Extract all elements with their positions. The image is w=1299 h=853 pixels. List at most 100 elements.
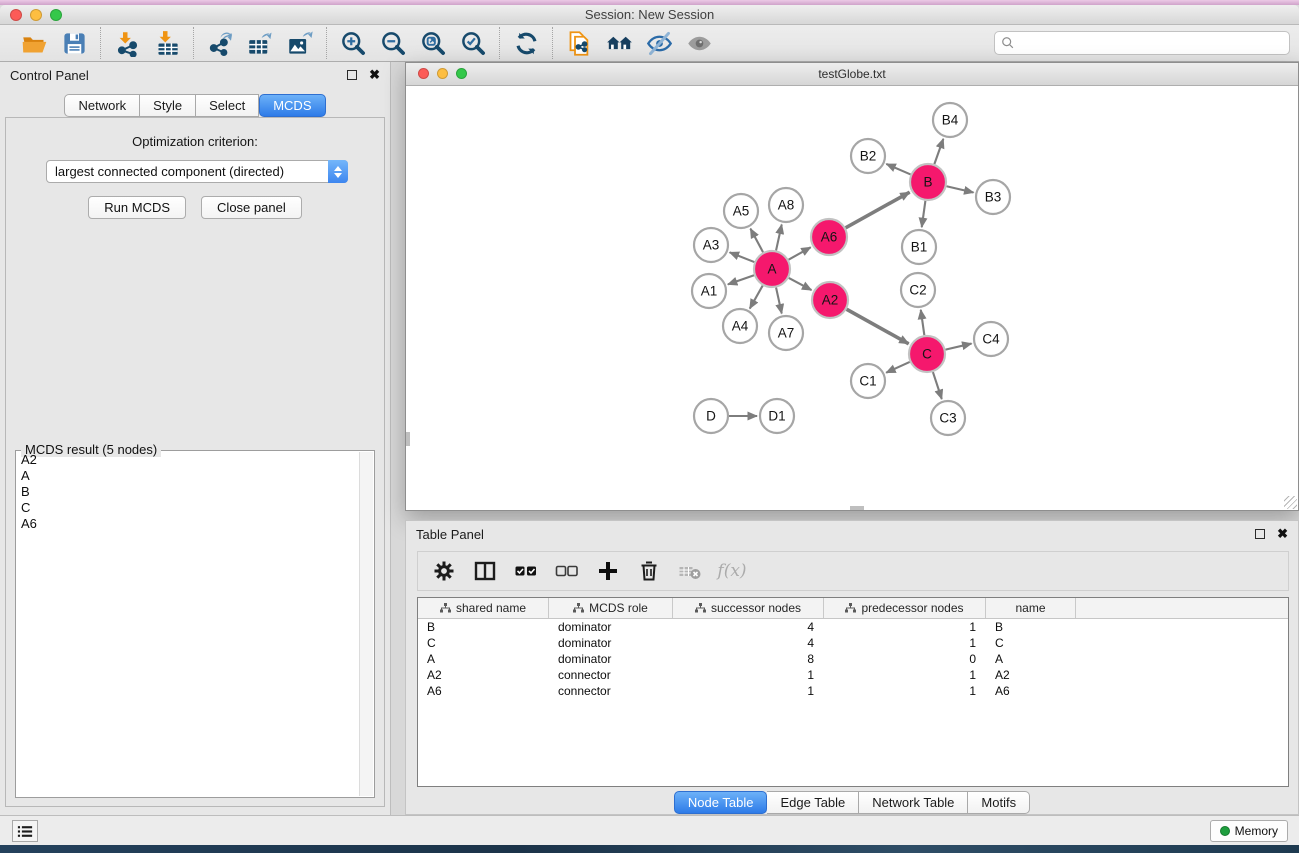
refresh-view-button[interactable]	[509, 28, 543, 58]
split-columns-button[interactable]	[471, 557, 499, 585]
mcds-result-item[interactable]: A2	[17, 452, 359, 468]
split-columns-icon	[473, 559, 497, 583]
graph-edge-A-A6[interactable]	[789, 247, 811, 259]
column-header-successor-nodes[interactable]: successor nodes	[673, 598, 824, 618]
column-header-shared-name[interactable]: shared name	[418, 598, 549, 618]
zoom-in-button[interactable]	[336, 28, 370, 58]
vertical-scroll-nub[interactable]	[406, 432, 410, 446]
zoom-fit-button[interactable]	[416, 28, 450, 58]
memory-button[interactable]: Memory	[1210, 820, 1288, 842]
graph-node-label-B2: B2	[860, 149, 877, 164]
export-table-button[interactable]	[243, 28, 277, 58]
export-image-button[interactable]	[283, 28, 317, 58]
graph-edge-B-B2[interactable]	[886, 164, 910, 174]
trash-icon	[637, 559, 661, 583]
graph-edge-B-B3[interactable]	[947, 186, 974, 192]
search-field[interactable]	[994, 31, 1290, 55]
zoom-selected-button[interactable]	[456, 28, 490, 58]
table-row[interactable]: Bdominator41B	[418, 619, 1288, 635]
table-cell: connector	[549, 683, 673, 699]
attribute-tree-icon	[845, 603, 856, 613]
column-header-label: shared name	[456, 601, 526, 615]
select-all-checkboxes-button[interactable]	[512, 557, 540, 585]
graph-edge-C-C2[interactable]	[921, 310, 925, 335]
function-builder-button[interactable]: f(x)	[717, 557, 745, 585]
table-tab-motifs[interactable]: Motifs	[968, 791, 1030, 814]
tab-mcds[interactable]: MCDS	[259, 94, 325, 117]
table-row[interactable]: A2connector11A2	[418, 667, 1288, 683]
column-header-name[interactable]: name	[986, 598, 1076, 618]
graph-node-label-A6: A6	[821, 230, 838, 245]
delete-entry-button[interactable]	[635, 557, 663, 585]
graph-edge-B-B4[interactable]	[934, 139, 943, 164]
graph-edge-C-C4[interactable]	[945, 344, 971, 350]
import-network-icon	[114, 30, 141, 57]
graph-edge-A-A8[interactable]	[776, 225, 782, 251]
mcds-result-item[interactable]: A6	[17, 516, 359, 532]
graph-edge-A-A5[interactable]	[750, 229, 763, 253]
new-network-from-file-button[interactable]	[562, 28, 596, 58]
table-row[interactable]: Cdominator41C	[418, 635, 1288, 651]
graph-edge-A-A7[interactable]	[776, 288, 782, 314]
mcds-result-list[interactable]: A2ABCA6	[17, 452, 359, 796]
table-row[interactable]: Adominator80A	[418, 651, 1288, 667]
deselect-all-checkboxes-button[interactable]	[553, 557, 581, 585]
add-entry-button[interactable]	[594, 557, 622, 585]
graph-edge-A6-B[interactable]	[846, 192, 910, 228]
tab-style[interactable]: Style	[140, 94, 196, 117]
float-table-panel-icon[interactable]	[1255, 529, 1265, 539]
first-neighbors-button[interactable]	[602, 28, 636, 58]
graph-edge-A-A1[interactable]	[728, 275, 754, 284]
zoom-out-button[interactable]	[376, 28, 410, 58]
graph-edge-B-B1[interactable]	[922, 201, 926, 227]
table-row[interactable]: A6connector11A6	[418, 683, 1288, 699]
graph-edge-A-A4[interactable]	[750, 286, 763, 309]
close-panel-icon[interactable]: ✖	[369, 70, 380, 80]
import-network-button[interactable]	[110, 28, 144, 58]
optimization-criterion-value: largest connected component (directed)	[47, 164, 328, 179]
graph-edge-A2-C[interactable]	[847, 309, 909, 344]
float-panel-icon[interactable]	[347, 70, 357, 80]
select-stepper-icon[interactable]	[328, 160, 348, 183]
table-tab-edge-table[interactable]: Edge Table	[767, 791, 859, 814]
column-header-mcds-role[interactable]: MCDS role	[549, 598, 673, 618]
close-table-panel-icon[interactable]: ✖	[1277, 529, 1288, 539]
open-folder-icon	[21, 30, 48, 57]
control-panel-title: Control Panel	[10, 68, 89, 83]
mcds-result-scrollbar[interactable]	[359, 452, 373, 796]
table-cell: 8	[673, 651, 824, 667]
graph-node-label-C3: C3	[939, 411, 956, 426]
horizontal-scroll-nub[interactable]	[850, 506, 864, 510]
run-mcds-button[interactable]: Run MCDS	[88, 196, 186, 219]
table-tab-network-table[interactable]: Network Table	[859, 791, 968, 814]
save-session-button[interactable]	[57, 28, 91, 58]
task-history-button[interactable]	[12, 820, 38, 842]
graph-edge-C-C3[interactable]	[933, 372, 942, 399]
open-session-button[interactable]	[17, 28, 51, 58]
graph-edge-A-A3[interactable]	[730, 252, 755, 262]
table-cell: 1	[824, 619, 986, 635]
optimization-criterion-select[interactable]: largest connected component (directed)	[46, 160, 348, 183]
delete-column-button[interactable]	[676, 557, 704, 585]
network-window-titlebar[interactable]: testGlobe.txt	[406, 63, 1298, 86]
table-tab-node-table[interactable]: Node Table	[674, 791, 768, 814]
resize-grip-icon[interactable]	[1284, 496, 1297, 509]
mcds-result-item[interactable]: A	[17, 468, 359, 484]
search-input[interactable]	[1015, 33, 1289, 53]
show-all-button[interactable]	[682, 28, 716, 58]
import-table-button[interactable]	[150, 28, 184, 58]
table-settings-button[interactable]	[430, 557, 458, 585]
tab-select[interactable]: Select	[196, 94, 259, 117]
close-panel-button[interactable]: Close panel	[201, 196, 302, 219]
graph-edge-C-C1[interactable]	[886, 362, 910, 373]
graph-edge-A-A2[interactable]	[789, 278, 812, 290]
column-header-predecessor-nodes[interactable]: predecessor nodes	[824, 598, 986, 618]
hide-selected-button[interactable]	[642, 28, 676, 58]
eye-slash-icon	[646, 30, 673, 57]
mcds-result-item[interactable]: B	[17, 484, 359, 500]
network-canvas[interactable]: B4B2BB3A5A8A6B1A3AC2A1A2A4A7C4CC1C3DD1	[406, 86, 1298, 510]
table-cell: 4	[673, 635, 824, 651]
export-network-button[interactable]	[203, 28, 237, 58]
mcds-result-item[interactable]: C	[17, 500, 359, 516]
tab-network[interactable]: Network	[64, 94, 140, 117]
